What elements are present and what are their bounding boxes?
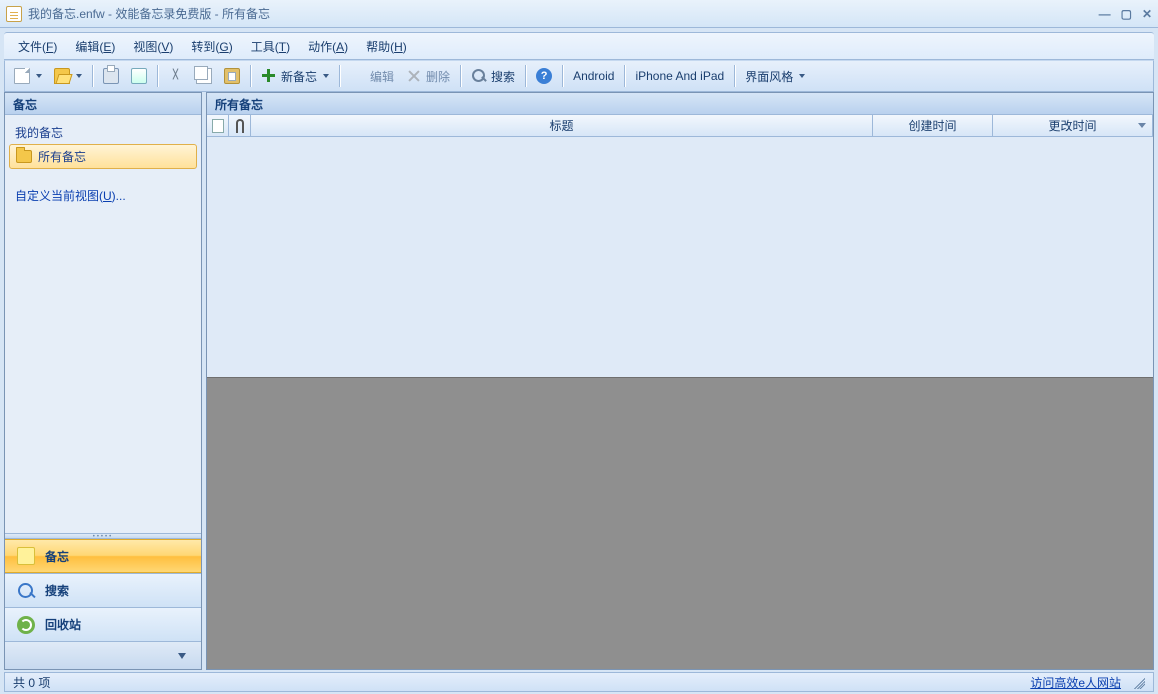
sidebar-header: 备忘 (5, 93, 201, 115)
new-memo-button[interactable]: 新备忘 (256, 64, 334, 88)
tree-node-all-memos[interactable]: 所有备忘 (9, 144, 197, 169)
menu-tools[interactable]: 工具(T) (243, 35, 298, 58)
content-header: 所有备忘 (207, 93, 1153, 115)
preview-pane (207, 377, 1153, 669)
paste-icon (224, 68, 240, 84)
edit-label: 编辑 (370, 68, 394, 85)
folder-icon (16, 150, 32, 163)
iphone-ipad-label: iPhone And iPad (635, 69, 724, 83)
minimize-button[interactable]: — (1099, 7, 1111, 21)
sidebar: 备忘 我的备忘 所有备忘 自定义当前视图(U)... ••••• 备忘 搜索 (4, 92, 202, 670)
paste-button[interactable] (219, 64, 245, 88)
menu-bar: 文件(F) 编辑(E) 视图(V) 转到(G) 工具(T) 动作(A) 帮助(H… (4, 32, 1154, 60)
delete-label: 删除 (426, 68, 450, 85)
nav-button-recycle[interactable]: 回收站 (5, 607, 201, 641)
column-modified[interactable]: 更改时间 (993, 115, 1153, 136)
chevron-down-icon (178, 653, 186, 659)
recycle-icon (17, 616, 35, 634)
status-count: 共 0 项 (13, 674, 50, 691)
nav-stack: 备忘 搜索 回收站 (5, 539, 201, 641)
print-preview-button[interactable] (126, 64, 152, 88)
print-button[interactable] (98, 64, 124, 88)
grid-body-empty[interactable] (207, 137, 1153, 377)
status-website-link[interactable]: 访问高效e人网站 (1030, 674, 1121, 691)
open-file-button[interactable] (49, 64, 87, 88)
search-nav-icon (17, 582, 35, 600)
column-type-icon[interactable] (207, 115, 229, 136)
tree-root-my-memos[interactable]: 我的备忘 (9, 121, 197, 144)
tool-bar: 新备忘 编辑 删除 搜索 ? Android iPhone And iPad 界… (4, 60, 1154, 92)
paperclip-icon (236, 119, 244, 133)
delete-memo-button[interactable]: 删除 (401, 64, 455, 88)
cut-icon (168, 68, 184, 84)
maximize-button[interactable]: ▢ (1121, 7, 1132, 21)
menu-help[interactable]: 帮助(H) (358, 35, 415, 58)
print-icon (103, 68, 119, 84)
android-label: Android (573, 69, 614, 83)
app-icon (6, 6, 22, 22)
nav-button-memo[interactable]: 备忘 (5, 539, 201, 573)
close-button[interactable]: ✕ (1142, 7, 1152, 21)
menu-view[interactable]: 视图(V) (125, 35, 181, 58)
new-file-button[interactable] (9, 64, 47, 88)
new-memo-label: 新备忘 (281, 68, 317, 85)
content-panel: 所有备忘 标题 创建时间 更改时间 (206, 92, 1154, 670)
sort-desc-icon (1138, 123, 1146, 128)
nav-configure-button[interactable] (173, 646, 195, 666)
menu-file[interactable]: 文件(F) (10, 35, 65, 58)
search-button[interactable]: 搜索 (466, 64, 520, 88)
search-icon (471, 68, 487, 84)
resize-grip-icon[interactable] (1131, 675, 1145, 689)
cut-button[interactable] (163, 64, 189, 88)
menu-edit[interactable]: 编辑(E) (67, 35, 123, 58)
print-preview-icon (131, 68, 147, 84)
nav-button-search[interactable]: 搜索 (5, 573, 201, 607)
status-bar: 共 0 项 访问高效e人网站 (4, 672, 1154, 692)
help-button[interactable]: ? (531, 64, 557, 88)
plus-icon (261, 68, 277, 84)
document-icon (212, 119, 224, 133)
main-area: 备忘 我的备忘 所有备忘 自定义当前视图(U)... ••••• 备忘 搜索 (4, 92, 1154, 670)
sidebar-footer (5, 641, 201, 669)
edit-memo-button[interactable]: 编辑 (345, 64, 399, 88)
note-icon (17, 547, 35, 565)
search-label: 搜索 (491, 68, 515, 85)
window-title: 我的备忘.enfw - 效能备忘录免费版 - 所有备忘 (28, 5, 270, 22)
column-attachment-icon[interactable] (229, 115, 251, 136)
ui-style-button[interactable]: 界面风格 (740, 64, 810, 88)
edit-icon (350, 68, 366, 84)
column-title[interactable]: 标题 (251, 115, 873, 136)
menu-action[interactable]: 动作(A) (300, 35, 356, 58)
android-link-button[interactable]: Android (568, 64, 619, 88)
copy-button[interactable] (191, 64, 217, 88)
new-file-icon (14, 68, 30, 84)
help-icon: ? (536, 68, 552, 84)
sidebar-tree: 我的备忘 所有备忘 自定义当前视图(U)... (5, 115, 201, 533)
customize-view-link[interactable]: 自定义当前视图(U)... (9, 183, 197, 208)
copy-icon (196, 68, 212, 84)
ui-style-label: 界面风格 (745, 68, 793, 85)
menu-goto[interactable]: 转到(G) (183, 35, 240, 58)
title-bar: 我的备忘.enfw - 效能备忘录免费版 - 所有备忘 — ▢ ✕ (0, 0, 1158, 28)
open-folder-icon (54, 68, 70, 84)
delete-icon (406, 68, 422, 84)
grid-header: 标题 创建时间 更改时间 (207, 115, 1153, 137)
iphone-ipad-link-button[interactable]: iPhone And iPad (630, 64, 729, 88)
column-created[interactable]: 创建时间 (873, 115, 993, 136)
